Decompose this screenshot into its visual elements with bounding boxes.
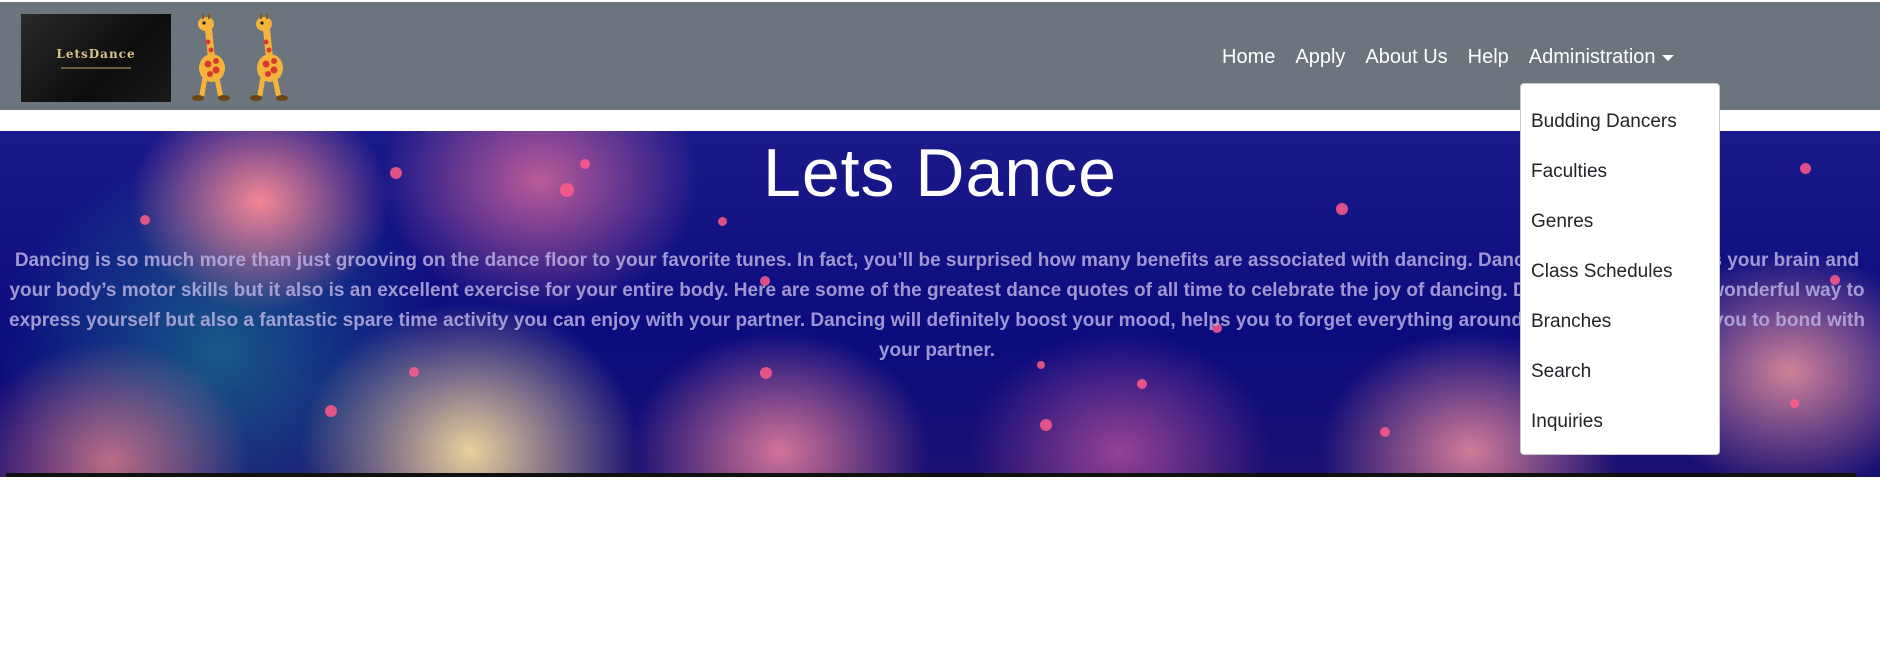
dropdown-item-search[interactable]: Search: [1531, 361, 1591, 383]
sparkle: [325, 405, 337, 417]
caret-down-icon: [1661, 54, 1674, 61]
giraffe-icon: [192, 14, 230, 101]
sparkle: [760, 367, 772, 379]
nav-links: Home Apply About Us Help Administration: [1222, 46, 1674, 69]
nav-help-link[interactable]: Help: [1468, 46, 1509, 69]
dropdown-item-branches[interactable]: Branches: [1531, 311, 1611, 333]
sparkle: [140, 215, 150, 225]
sparkle: [1040, 419, 1052, 431]
nav-home-link[interactable]: Home: [1222, 46, 1275, 69]
sparkle: [1137, 379, 1147, 389]
sparkle: [409, 367, 419, 377]
sparkle: [1380, 427, 1390, 437]
nav-apply-link[interactable]: Apply: [1295, 46, 1345, 69]
dropdown-item-inquiries[interactable]: Inquiries: [1531, 411, 1603, 433]
nav-about-link[interactable]: About Us: [1365, 46, 1447, 69]
logo-text: LetsDance: [56, 47, 136, 61]
administration-dropdown-menu: Budding Dancers Faculties Genres Class S…: [1520, 83, 1720, 455]
dropdown-item-faculties[interactable]: Faculties: [1531, 161, 1607, 183]
logo-underline: [61, 67, 131, 69]
giraffe-icon: [250, 14, 288, 101]
dropdown-item-budding-dancers[interactable]: Budding Dancers: [1531, 111, 1677, 133]
logo[interactable]: LetsDance: [21, 14, 171, 102]
sparkle: [718, 217, 727, 226]
administration-label: Administration: [1528, 46, 1656, 68]
dropdown-item-genres[interactable]: Genres: [1531, 211, 1593, 233]
sparkle: [1790, 399, 1799, 408]
hero-bottom-bar: [6, 473, 1856, 477]
administration-dropdown-toggle[interactable]: Administration: [1529, 46, 1674, 69]
dropdown-item-class-schedules[interactable]: Class Schedules: [1531, 261, 1673, 283]
